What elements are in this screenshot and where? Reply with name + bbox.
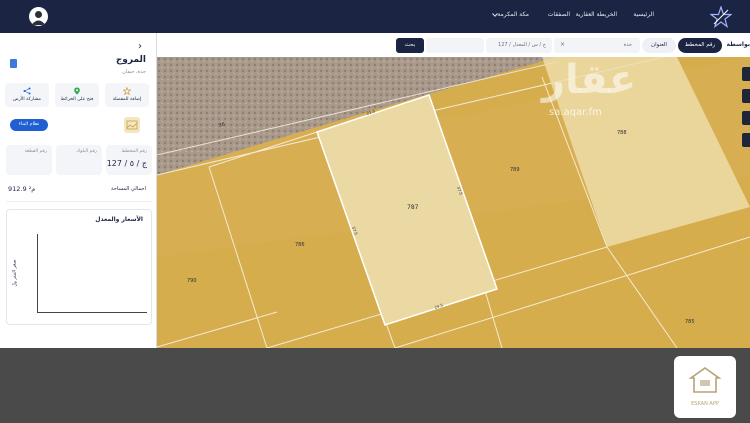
- map-tools: [742, 67, 750, 155]
- parcel-label-left: 786: [295, 242, 305, 248]
- nav-real-estate-map[interactable]: الخريطة العقارية: [576, 11, 617, 18]
- clear-icon[interactable]: ×: [560, 41, 565, 48]
- chart-axes: [37, 234, 147, 313]
- total-area-row: اجمالي المساحة 912.9 م²: [6, 181, 152, 199]
- map-tool-button[interactable]: [742, 133, 750, 147]
- add-favorite-label: إضافة للمفضلة: [112, 97, 142, 102]
- map-tool-button[interactable]: [742, 67, 750, 81]
- chart-title: الأسعار والمعدل: [95, 216, 143, 223]
- image-icon: [126, 120, 138, 130]
- chevron-down-icon[interactable]: [492, 13, 498, 17]
- total-area-label: اجمالي المساحة: [111, 186, 146, 192]
- plot-input[interactable]: [426, 38, 484, 53]
- share-icon: [23, 87, 31, 95]
- star-icon: [123, 87, 131, 95]
- nav-home[interactable]: الرئيسية: [633, 11, 654, 18]
- nav-city-selector[interactable]: مكة المكرمة: [497, 11, 529, 18]
- tab-plan-number[interactable]: رقم المخطط: [678, 38, 722, 53]
- open-maps-button[interactable]: فتح على الخرائط: [55, 83, 99, 107]
- city-input-value: جدة: [623, 42, 632, 48]
- map-canvas[interactable]: 787 788 786 789 790 785 37.5 37.5 21.5 2…: [157, 57, 750, 348]
- district-title: المروج: [115, 55, 146, 65]
- search-button[interactable]: بحث: [396, 38, 424, 53]
- plan-input[interactable]: 127 / ج / س / المعدل: [486, 38, 552, 53]
- total-area-value: 912.9 م²: [8, 185, 36, 193]
- watermark-arabic: عقار: [542, 57, 637, 103]
- search-bar: بواسطة رقم المخطط العنوان جدة × 127 / ج …: [157, 33, 750, 57]
- parcel-label-center: 787: [407, 204, 419, 211]
- nav-deals[interactable]: الصفقات: [548, 11, 570, 18]
- document-icon[interactable]: [10, 59, 17, 68]
- parcel-label-right: 789: [510, 167, 520, 173]
- map-tool-button[interactable]: [742, 111, 750, 125]
- watermark-url: sa.aqar.fm: [549, 107, 602, 118]
- logo-icon[interactable]: [710, 6, 732, 28]
- user-avatar[interactable]: [29, 7, 48, 26]
- map-pin-icon: [74, 87, 80, 95]
- plan-number-card: رقم المخطط 127 / ج / ٥: [106, 145, 152, 175]
- gallery-icon[interactable]: [124, 117, 140, 133]
- plan-input-value: 127 / ج / س / المعدل: [498, 42, 546, 48]
- house-logo-icon: [688, 367, 722, 393]
- plan-number-value: 127 / ج / ٥: [106, 159, 147, 168]
- building-system-button[interactable]: نظام البناء: [10, 119, 48, 131]
- bottom-panel: [0, 348, 750, 423]
- divider: [6, 201, 152, 202]
- plot-number-label: رقم القطعة: [24, 149, 47, 154]
- add-favorite-button[interactable]: إضافة للمفضلة: [105, 83, 149, 107]
- price-chart-card: الأسعار والمعدل سعر المتر ﷼: [6, 209, 152, 325]
- plan-number-label: رقم المخطط: [121, 149, 147, 154]
- block-number-card: رقم البلوك: [56, 145, 102, 175]
- parcel-sidebar: › المروج جدة، حيفان إضافة للمفضلة فتح عل…: [0, 33, 157, 348]
- city-input[interactable]: جدة ×: [554, 38, 640, 53]
- search-by-label: بواسطة: [726, 41, 750, 48]
- map-tool-button[interactable]: [742, 89, 750, 103]
- share-land-button[interactable]: مشاركة الأرض: [5, 83, 49, 107]
- parcel-label-bottom-right: 785: [685, 319, 695, 325]
- brand-badge[interactable]: ESKAN APP: [674, 356, 736, 418]
- map-view[interactable]: 787 788 786 789 790 785 37.5 37.5 21.5 2…: [157, 57, 750, 348]
- block-number-label: رقم البلوك: [76, 149, 97, 154]
- chevron-right-icon[interactable]: ›: [138, 41, 142, 52]
- top-navbar: الرئيسية الخريطة العقارية الصفقات مكة ال…: [0, 0, 750, 33]
- parcel-label-top-right: 788: [617, 130, 627, 136]
- plot-number-card: رقم القطعة: [6, 145, 52, 175]
- brand-subtitle: ESKAN APP: [691, 401, 719, 407]
- chart-y-axis-label: سعر المتر ﷼: [12, 259, 18, 287]
- parcel-label-far-left: 790: [187, 278, 197, 284]
- district-city: جدة، حيفان: [122, 69, 146, 75]
- open-maps-label: فتح على الخرائط: [60, 97, 94, 102]
- tab-address[interactable]: العنوان: [642, 38, 676, 53]
- share-land-label: مشاركة الأرض: [13, 97, 41, 102]
- user-icon: [31, 11, 46, 25]
